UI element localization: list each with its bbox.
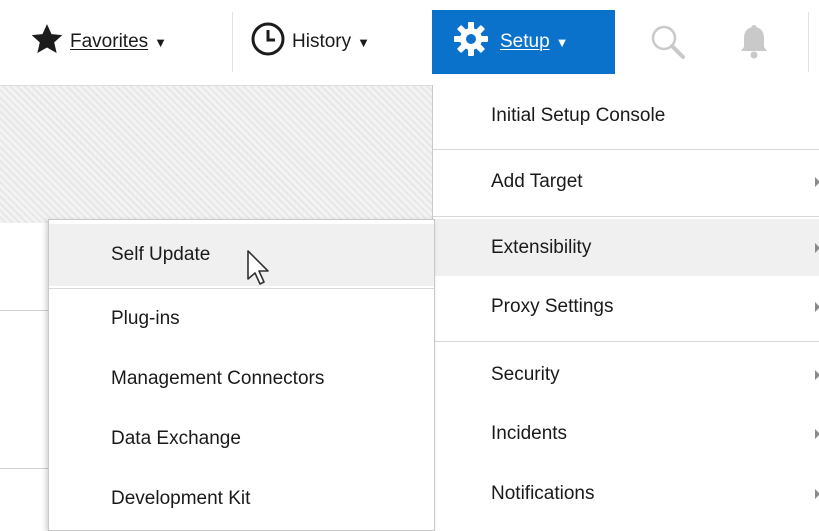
divider [0,310,50,311]
menu-item-label: Security [491,364,560,385]
menu-item-label: Extensibility [491,236,592,258]
submenu-arrow-icon [815,177,819,187]
favorites-label: Favorites [70,31,149,52]
menu-item-add-target[interactable]: Add Target [433,155,819,209]
bell-icon[interactable] [738,22,770,67]
menu-item-notifications[interactable]: Notifications [433,467,819,521]
menu-item-label: Self Update [111,244,211,265]
star-icon [30,22,64,62]
caret-down-icon: ▼ [357,34,370,50]
toolbar-divider [232,12,233,72]
menu-item-label: Initial Setup Console [491,105,666,126]
menu-item-label: Incidents [491,423,568,444]
menu-item-label: Development Kit [111,488,251,509]
menu-item-incidents[interactable]: Incidents [433,407,819,461]
submenu-arrow-icon [815,370,819,380]
submenu-item-management-connectors[interactable]: Management Connectors [49,352,434,406]
search-icon[interactable] [650,24,686,65]
menu-item-security[interactable]: Security [433,348,819,402]
menu-item-proxy-settings[interactable]: Proxy Settings [433,280,819,334]
menu-item-label: Add Target [491,171,583,192]
submenu-arrow-icon [815,429,819,439]
menu-item-label: Data Exchange [111,428,241,449]
menu-divider [433,341,819,342]
global-toolbar: Favorites ▼ History ▼ Setup ▼ [0,0,819,85]
menu-divider [433,149,819,150]
menu-item-initial-setup-console[interactable]: Initial Setup Console [433,89,819,143]
clock-icon [250,21,286,63]
submenu-arrow-icon [815,489,819,499]
toolbar-divider [808,12,809,72]
menu-item-label: Notifications [491,483,595,504]
submenu-item-plug-ins[interactable]: Plug-ins [49,292,434,346]
menu-item-label: Management Connectors [111,368,325,389]
page-header-background [0,85,432,223]
history-label: History [292,31,352,52]
submenu-item-data-exchange[interactable]: Data Exchange [49,412,434,466]
extensibility-submenu: Self Update Plug-ins Management Connecto… [48,219,435,531]
menu-divider [49,288,434,289]
submenu-arrow-icon [815,302,819,312]
setup-menu-button[interactable]: Setup ▼ [432,10,615,74]
setup-label: Setup [500,31,550,52]
submenu-item-self-update[interactable]: Self Update [49,224,434,286]
gear-icon [452,20,490,64]
submenu-item-development-kit[interactable]: Development Kit [49,472,434,526]
favorites-menu-button[interactable]: Favorites ▼ [30,10,167,74]
history-menu-button[interactable]: History ▼ [250,10,370,74]
menu-item-label: Proxy Settings [491,296,614,317]
setup-dropdown-menu: Initial Setup Console Add Target Extensi… [432,85,819,529]
menu-item-extensibility[interactable]: Extensibility [433,219,819,276]
menu-item-label: Plug-ins [111,308,180,329]
mouse-pointer-icon [246,249,272,294]
menu-divider [433,216,819,217]
divider [0,468,50,469]
caret-down-icon: ▼ [555,34,569,50]
submenu-arrow-icon [815,242,819,253]
caret-down-icon: ▼ [154,34,168,50]
